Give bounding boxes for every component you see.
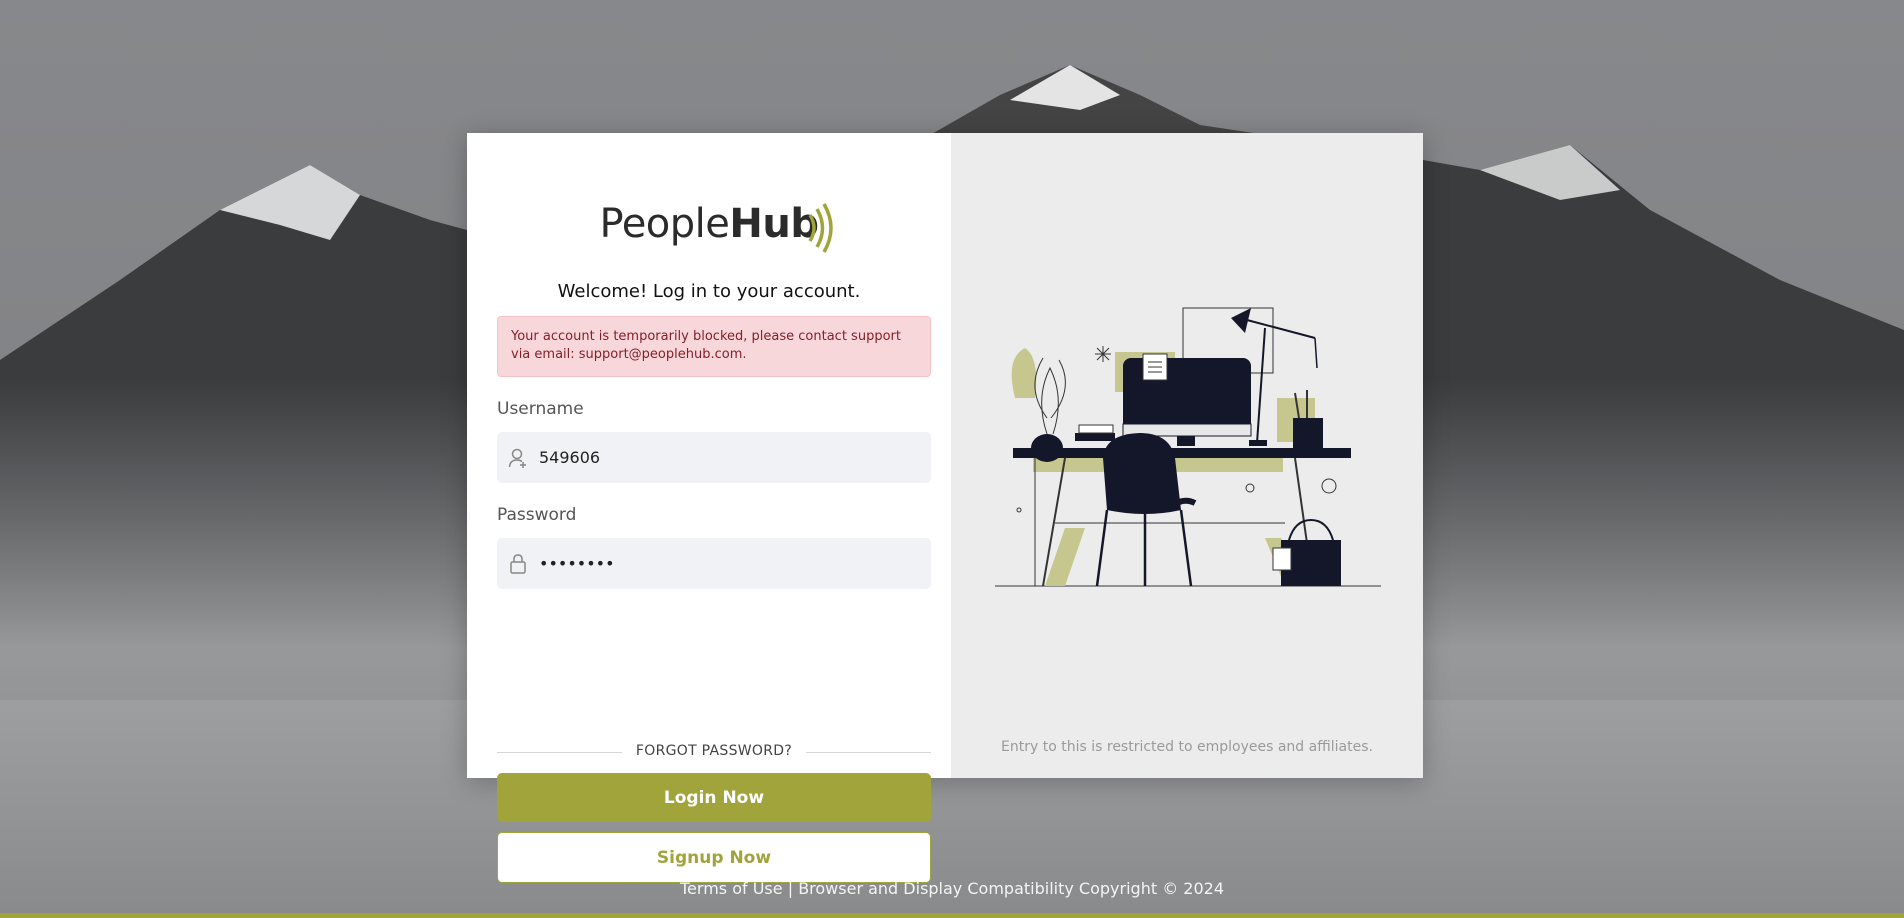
- footer-separator: |: [787, 879, 794, 898]
- illustration-panel: Entry to this is restricted to employees…: [951, 133, 1423, 778]
- forgot-password-link[interactable]: FORGOT PASSWORD?: [636, 743, 792, 759]
- username-field[interactable]: [497, 432, 931, 483]
- welcome-heading: Welcome! Log in to your account.: [557, 281, 861, 302]
- password-input[interactable]: [539, 554, 919, 573]
- password-label: Password: [497, 505, 577, 525]
- login-panel: PeopleHub Welcome! Log in to your accoun…: [467, 133, 951, 883]
- browser-compatibility-link[interactable]: Browser and Display Compatibility: [798, 879, 1074, 898]
- signup-button[interactable]: Signup Now: [497, 832, 931, 883]
- username-input[interactable]: [539, 448, 919, 467]
- account-blocked-alert: Your account is temporarily blocked, ple…: [497, 316, 931, 377]
- restricted-access-notice: Entry to this is restricted to employees…: [1001, 739, 1373, 755]
- password-field[interactable]: [497, 538, 931, 589]
- username-label: Username: [497, 399, 584, 419]
- page-footer: Terms of Use | Browser and Display Compa…: [0, 879, 1904, 898]
- login-card: PeopleHub Welcome! Log in to your accoun…: [467, 133, 1423, 883]
- copyright-text: Copyright © 2024: [1078, 879, 1224, 898]
- desk-workspace-illustration: [995, 307, 1381, 587]
- peoplehub-logo: PeopleHub: [467, 201, 951, 255]
- lock-icon: [497, 553, 539, 575]
- accent-bottom-bar: [0, 913, 1904, 918]
- terms-of-use-link[interactable]: Terms of Use: [680, 879, 783, 898]
- user-plus-icon: [497, 447, 539, 469]
- forgot-password-row: FORGOT PASSWORD?: [497, 742, 931, 762]
- login-button[interactable]: Login Now: [497, 773, 931, 822]
- signal-waves-icon: [808, 203, 833, 253]
